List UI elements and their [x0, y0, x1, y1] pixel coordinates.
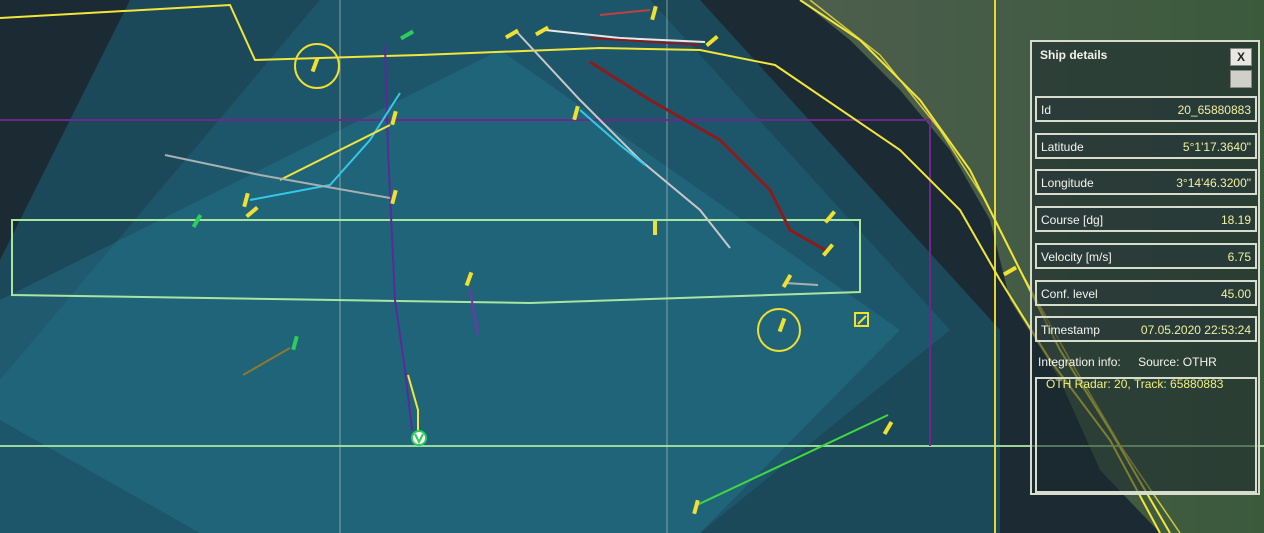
map-view[interactable]: Ship details X Id 20_65880883 Latitude 5… [0, 0, 1264, 533]
field-latitude: Latitude 5°1'17.3640" [1035, 133, 1257, 159]
integration-info: Integration info: Source: OTHR [1038, 355, 1217, 369]
ship-details-panel: Ship details X Id 20_65880883 Latitude 5… [1030, 40, 1260, 495]
field-velocity: Velocity [m/s] 6.75 [1035, 243, 1257, 269]
field-id: Id 20_65880883 [1035, 96, 1257, 122]
field-longitude: Longitude 3°14'46.3200" [1035, 169, 1257, 195]
field-conf-level: Conf. level 45.00 [1035, 280, 1257, 306]
panel-title: Ship details [1040, 48, 1108, 62]
integration-box [1035, 377, 1257, 493]
minimize-button[interactable] [1230, 70, 1252, 88]
field-timestamp: Timestamp 07.05.2020 22:53:24 [1035, 316, 1257, 342]
close-button[interactable]: X [1230, 48, 1252, 66]
ship-marker[interactable] [653, 221, 657, 235]
field-course: Course [dg] 18.19 [1035, 206, 1257, 232]
